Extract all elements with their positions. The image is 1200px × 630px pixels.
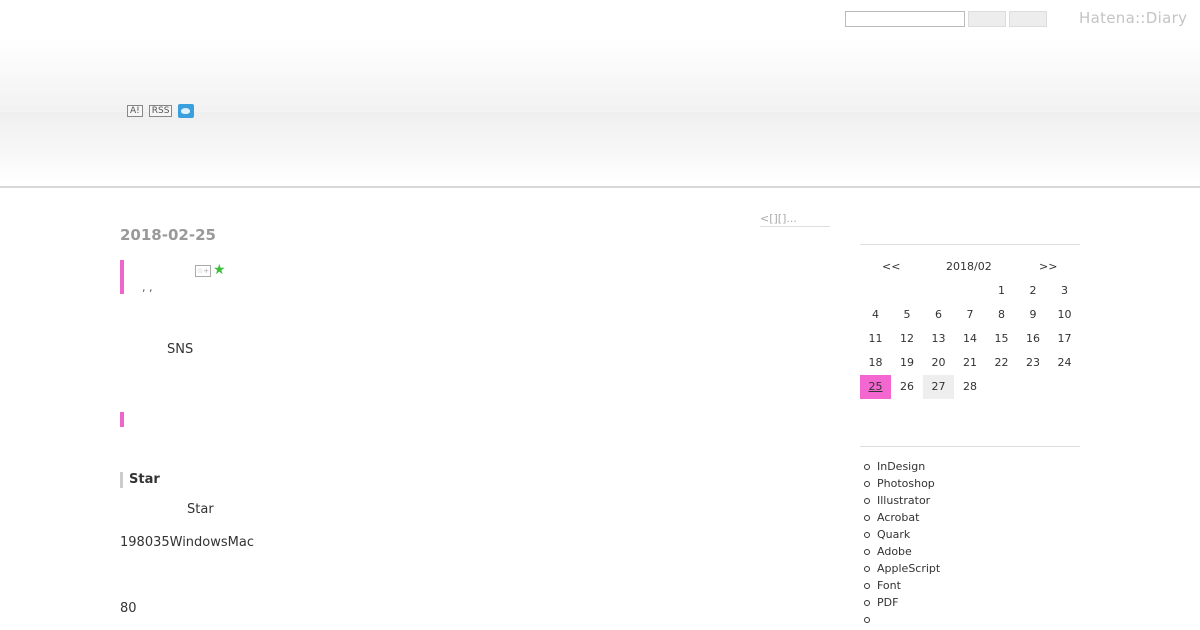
calendar-day[interactable]: 13 <box>923 327 954 351</box>
calendar-prev-link[interactable]: << <box>882 260 900 273</box>
star-icon[interactable]: ★ <box>213 262 226 278</box>
calendar-day[interactable]: 17 <box>1049 327 1080 351</box>
entry-text-number: 198035WindowsMac <box>120 535 254 550</box>
calendar-day[interactable]: 16 <box>1018 327 1049 351</box>
calendar-day[interactable]: 25 <box>860 375 891 399</box>
calendar-day <box>955 279 986 303</box>
category-item[interactable] <box>863 611 940 628</box>
search-input[interactable] <box>845 11 965 27</box>
calendar-day <box>860 279 891 303</box>
calendar-day[interactable]: 23 <box>1018 351 1049 375</box>
section-marker-2 <box>120 412 124 427</box>
calendar-day[interactable]: 28 <box>955 375 986 399</box>
calendar-month[interactable]: 2018/02 <box>946 260 992 273</box>
calendar-day[interactable]: 19 <box>892 351 923 375</box>
entry-title-text: , , <box>142 281 153 294</box>
calendar-day[interactable]: 4 <box>860 303 891 327</box>
section-marker <box>120 260 124 294</box>
calendar-day[interactable]: 1 <box>986 279 1017 303</box>
calendar-day[interactable]: 14 <box>955 327 986 351</box>
entry-text-star: Star <box>187 502 214 517</box>
category-item[interactable]: Illustrator <box>863 492 940 509</box>
calendar-next-link[interactable]: >> <box>1039 260 1057 273</box>
add-star-icon[interactable]: ☆+ <box>195 265 211 277</box>
calendar-day <box>986 375 1017 399</box>
calendar-day[interactable]: 12 <box>892 327 923 351</box>
calendar-day[interactable]: 27 <box>923 375 954 399</box>
calendar-day[interactable]: 24 <box>1049 351 1080 375</box>
entry-text-sns: SNS <box>167 342 194 357</box>
calendar-day[interactable]: 2 <box>1018 279 1049 303</box>
category-item[interactable]: Adobe <box>863 543 940 560</box>
secondary-button[interactable] <box>1009 11 1047 27</box>
header-band <box>0 0 1200 188</box>
entry-text-80: 80 <box>120 601 137 616</box>
category-item[interactable]: Font <box>863 577 940 594</box>
category-item[interactable]: Photoshop <box>863 475 940 492</box>
calendar-day[interactable]: 3 <box>1049 279 1080 303</box>
category-item[interactable]: Quark <box>863 526 940 543</box>
calendar-day <box>1049 375 1080 399</box>
calendar-day[interactable]: 11 <box>860 327 891 351</box>
section-heading: Star <box>120 472 160 488</box>
calendar-day[interactable]: 20 <box>923 351 954 375</box>
calendar-day <box>1018 375 1049 399</box>
calendar-day[interactable]: 7 <box>955 303 986 327</box>
rss-icon[interactable]: RSS <box>148 105 173 117</box>
calendar-day[interactable]: 8 <box>986 303 1017 327</box>
twitter-icon[interactable] <box>178 104 195 118</box>
calendar-day[interactable]: 21 <box>955 351 986 375</box>
calendar-day[interactable]: 9 <box>1018 303 1049 327</box>
category-item[interactable]: PDF <box>863 594 940 611</box>
calendar-day <box>892 279 923 303</box>
entry-pager[interactable]: <[][]... <box>760 212 830 227</box>
calendar-day[interactable]: 5 <box>892 303 923 327</box>
header-icons: A! RSS <box>127 104 195 118</box>
calendar-day[interactable]: 22 <box>986 351 1017 375</box>
search-button[interactable] <box>968 11 1006 27</box>
header-shade <box>0 112 1200 184</box>
calendar-day[interactable]: 6 <box>923 303 954 327</box>
brand-logo[interactable]: Hatena::Diary <box>1079 9 1187 27</box>
calendar-grid: 1 2 3 4 5 6 7 8 9 10 11 12 13 14 15 16 17 18 19 20 21 22 23 24 2… <box>860 279 1080 399</box>
entry-date[interactable]: 2018-02-25 <box>120 226 216 244</box>
antenna-icon[interactable]: A! <box>127 105 143 117</box>
calendar-day <box>923 279 954 303</box>
calendar-day[interactable]: 26 <box>892 375 923 399</box>
calendar-day[interactable]: 18 <box>860 351 891 375</box>
sidebar-divider-2 <box>860 446 1080 447</box>
category-item[interactable]: Acrobat <box>863 509 940 526</box>
sidebar-divider <box>860 244 1080 245</box>
category-item[interactable]: AppleScript <box>863 560 940 577</box>
calendar-day[interactable]: 10 <box>1049 303 1080 327</box>
category-list: InDesign Photoshop Illustrator Acrobat Quark… <box>863 458 940 628</box>
category-item[interactable]: InDesign <box>863 458 940 475</box>
calendar-day[interactable]: 15 <box>986 327 1017 351</box>
